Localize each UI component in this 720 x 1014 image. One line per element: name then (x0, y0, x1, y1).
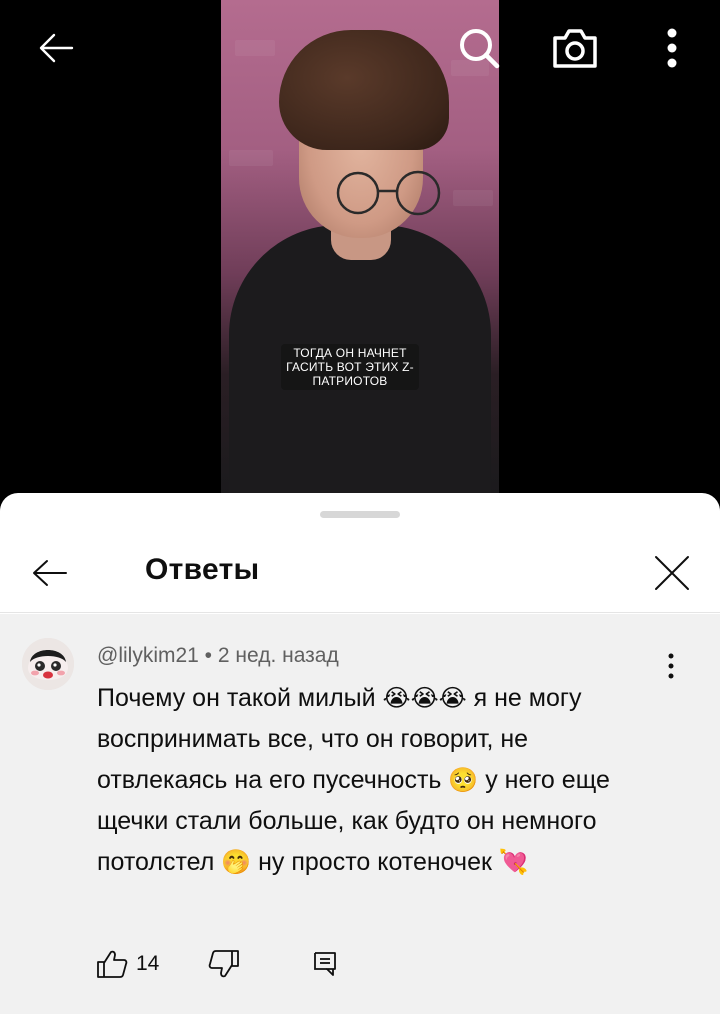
thumbs-down-icon (208, 950, 239, 978)
like-count: 14 (136, 952, 160, 975)
comment-author[interactable]: @lilykim21 (97, 644, 199, 667)
thumbs-up-icon (97, 950, 128, 978)
comment-text-part: ну просто котеночек (251, 848, 499, 876)
like-button[interactable]: 14 (96, 944, 159, 984)
comment-text-part: Почему он такой милый (97, 684, 383, 712)
more-vertical-icon (668, 653, 674, 679)
back-button[interactable] (32, 24, 80, 72)
replies-title: Ответы (145, 553, 260, 586)
comment-icon (314, 952, 336, 976)
camera-button[interactable] (551, 24, 599, 72)
replies-header: Ответы (0, 533, 720, 613)
search-button[interactable] (455, 24, 503, 72)
back-arrow-icon (39, 33, 74, 63)
video-caption: ТОГДА ОН НАЧНЕТ ГАСИТЬ ВОТ ЭТИХ Z-ПАТРИО… (281, 344, 419, 390)
close-button[interactable] (644, 545, 700, 601)
glasses-graphic (336, 170, 441, 216)
crying-face-emoji: 😭😭😭 (382, 684, 467, 712)
video-player[interactable]: ТОГДА ОН НАЧНЕТ ГАСИТЬ ВОТ ЭТИХ Z-ПАТРИО… (0, 0, 720, 500)
app-root: ТОГДА ОН НАЧНЕТ ГАСИТЬ ВОТ ЭТИХ Z-ПАТРИО… (0, 0, 720, 1014)
search-icon (460, 29, 500, 69)
avatar[interactable] (22, 638, 74, 690)
replies-sheet: Ответы @lilykim21 • 2 нед. назад Почему … (0, 493, 720, 1014)
meta-separator: • (198, 644, 218, 667)
person-hair (279, 30, 449, 150)
comment-time: 2 нед. назад (217, 644, 339, 667)
pleading-face-emoji: 🥺 (448, 766, 479, 794)
drag-handle[interactable] (320, 511, 400, 518)
replies-back-button[interactable] (22, 545, 78, 601)
video-frame[interactable]: ТОГДА ОН НАЧНЕТ ГАСИТЬ ВОТ ЭТИХ Z-ПАТРИО… (221, 0, 499, 500)
back-arrow-icon (33, 560, 67, 586)
more-options-button[interactable] (648, 24, 696, 72)
wall-brick (229, 150, 273, 166)
comment-more-button[interactable] (656, 646, 686, 686)
comment-item: @lilykim21 • 2 нед. назад Почему он тако… (0, 614, 720, 1014)
comment-meta: @lilykim21 • 2 нед. назад (97, 644, 339, 668)
comment-actions: 14 (96, 944, 496, 984)
hand-over-mouth-emoji: 🤭 (221, 848, 252, 876)
comment-text: Почему он такой милый 😭😭😭 я не могу восп… (97, 678, 657, 883)
wall-brick (235, 40, 275, 56)
camera-icon (553, 29, 597, 68)
more-vertical-icon (667, 28, 677, 68)
close-icon (655, 556, 689, 590)
reply-button[interactable] (312, 944, 338, 984)
wall-brick (453, 190, 493, 206)
heart-arrow-emoji: 💘 (498, 848, 529, 876)
dislike-button[interactable] (208, 944, 240, 984)
avatar-image (22, 638, 74, 690)
